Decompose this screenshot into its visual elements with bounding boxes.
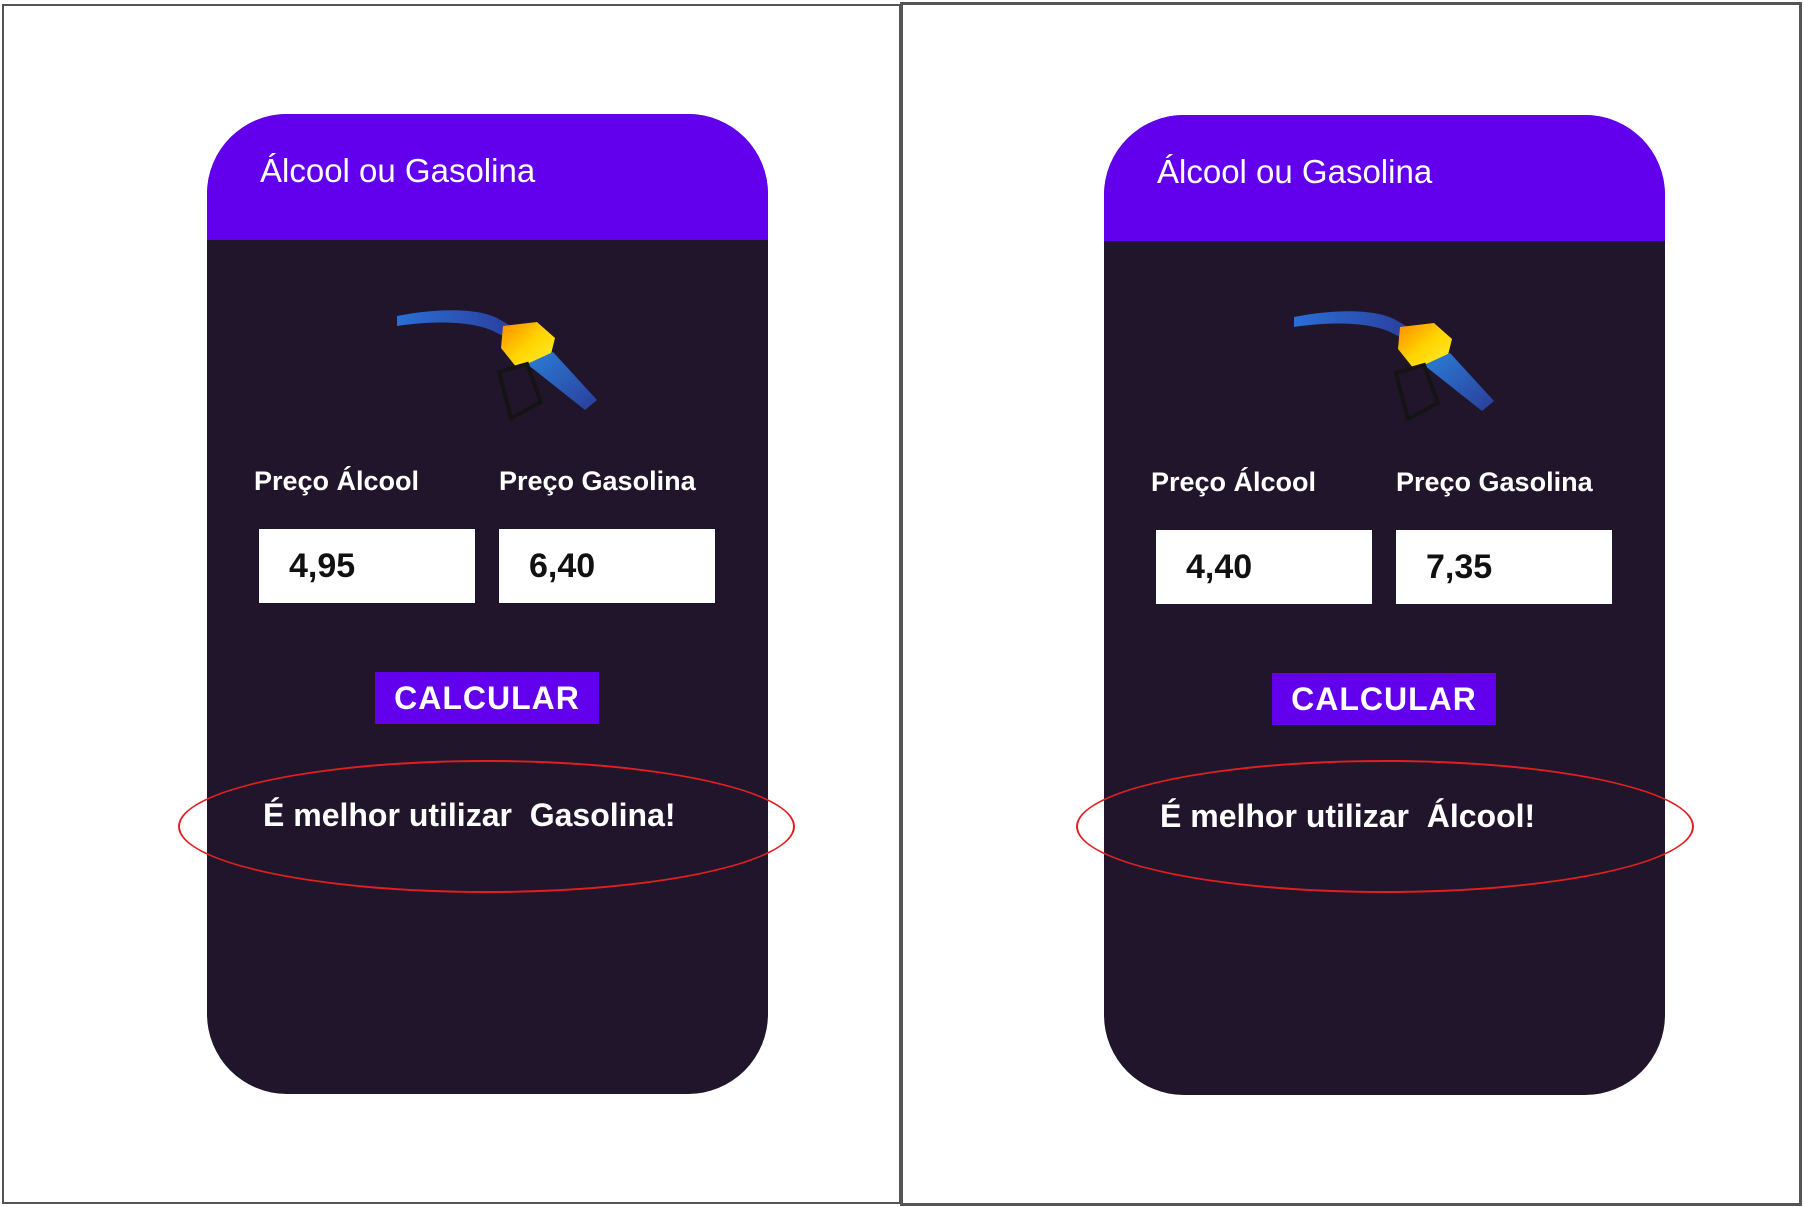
app-header: Álcool ou Gasolina [1104,115,1665,241]
price-input-gasolina[interactable] [499,529,715,603]
result-text: É melhor utilizar Gasolina! [263,797,676,833]
calculate-button[interactable]: CALCULAR [375,672,599,724]
app-header: Álcool ou Gasolina [207,114,768,240]
price-label-gasolina: Preço Gasolina [499,466,696,496]
app-title: Álcool ou Gasolina [260,152,536,189]
fuel-pump-nozzle-icon [1294,311,1494,422]
price-label-alcool: Preço Álcool [1151,467,1317,497]
price-input-gasolina[interactable] [1396,530,1612,604]
result-text: É melhor utilizar Álcool! [1160,798,1536,834]
app-title: Álcool ou Gasolina [1157,153,1433,190]
price-label-alcool: Preço Álcool [254,466,420,496]
calculate-button[interactable]: CALCULAR [1272,673,1496,725]
app-screen-left: Álcool ou Gasolina Preço Álcool Preço Ga… [207,114,768,1094]
price-input-alcool[interactable] [1156,530,1372,604]
price-label-gasolina: Preço Gasolina [1396,467,1593,497]
price-input-alcool[interactable] [259,529,475,603]
fuel-pump-nozzle-icon [397,310,597,421]
app-screen-right: Álcool ou Gasolina Preço Álcool Preço Ga… [1104,115,1665,1095]
